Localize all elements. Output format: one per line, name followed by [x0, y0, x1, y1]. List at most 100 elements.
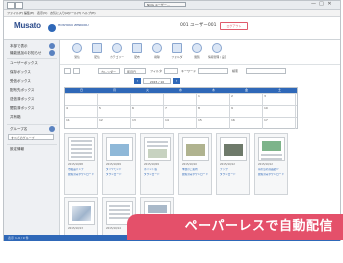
send-button[interactable]: 配信	[90, 42, 104, 62]
sidebar-item-saved[interactable]: 保存ボックス	[10, 70, 31, 75]
menu-help[interactable]: ヘルプ(H)	[82, 10, 96, 16]
document-card[interactable]: 2015/10/10 季節のご案内 閲覧済みダウンロード	[178, 133, 212, 195]
delete-button[interactable]: 削除	[150, 42, 164, 62]
calendar-day[interactable]	[65, 94, 98, 105]
sidebar-item-settings[interactable]: 設定情報	[10, 147, 24, 152]
calendar-day[interactable]: 2	[230, 94, 263, 105]
calendar-day[interactable]: 1	[197, 94, 230, 105]
calendar-day[interactable]: 13	[131, 118, 164, 129]
calendar-day[interactable]: 3	[263, 94, 296, 105]
document-date: 2015/10/09	[144, 163, 159, 166]
filter-select[interactable]	[164, 68, 178, 74]
back-icon[interactable]	[7, 2, 15, 9]
date-range-input[interactable]	[246, 68, 286, 74]
document-thumbnail	[106, 137, 133, 161]
calendar-day[interactable]	[98, 94, 131, 105]
eye-icon	[192, 43, 202, 53]
calendar-day[interactable]	[131, 94, 164, 105]
document-thumbnail	[258, 137, 285, 161]
document-title[interactable]: ダイヤモンド	[106, 168, 122, 172]
title-bar: NOG ユーザー… — □ ✕	[4, 1, 340, 10]
document-title[interactable]: ポイント版	[144, 168, 157, 172]
document-card[interactable]: 2015/10/08 市販品パンフ 閲覧済みダウンロード	[64, 133, 98, 195]
toolbar: 受信 配信 カテゴリー 配布 削除 フォルダ 閲覧 情報管理 / 設定	[60, 40, 340, 65]
home-icon	[49, 43, 55, 49]
calendar-day[interactable]: 14	[164, 118, 197, 129]
logout-button[interactable]: ログアウト	[220, 22, 248, 30]
menu-tools[interactable]: ツール(T)	[68, 10, 81, 16]
period-select[interactable]: 年月日	[124, 68, 146, 74]
sidebar-item-news[interactable]: 機能追加のお知らせ	[10, 51, 41, 56]
view-button[interactable]: 閲覧	[190, 42, 204, 62]
document-title[interactable]: 季節のご案内	[182, 168, 198, 172]
document-card[interactable]: 2015/10/09 ポイント版 ダウンロード	[140, 133, 174, 195]
next-month-button[interactable]: ›	[173, 78, 180, 84]
calendar-day[interactable]: 12	[98, 118, 131, 129]
menu-bar: ファイル(F) 編集(E) 表示(V) お気に入り(A) ツール(T) ヘルプ(…	[4, 10, 340, 17]
minimize-icon[interactable]: —	[310, 2, 317, 7]
group-label: グループ名	[10, 127, 28, 131]
folder-button[interactable]: フォルダ	[170, 42, 184, 62]
document-title[interactable]: 南の島の商品紹介	[258, 168, 279, 172]
close-icon[interactable]: ✕	[326, 2, 333, 7]
divider	[7, 58, 57, 59]
calendar-day[interactable]: 6	[131, 106, 164, 117]
prev-month-button[interactable]: ‹	[134, 78, 141, 84]
view-select[interactable]: カレンダー	[98, 68, 120, 74]
calendar-week: 4 5 6 7 8 9 10	[65, 105, 297, 117]
forward-icon[interactable]	[15, 2, 23, 9]
document-card[interactable]: 2015/10/12 ブック ダウンロード	[216, 133, 250, 195]
document-status[interactable]: ダウンロード	[220, 173, 236, 177]
calendar-day[interactable]: 15	[197, 118, 230, 129]
settings-button[interactable]: 情報管理 / 設定	[208, 42, 226, 62]
calendar-day[interactable]: 9	[230, 106, 263, 117]
sidebar-item-distribution[interactable]: 配布先ボックス	[10, 88, 34, 93]
browser-tab[interactable]: NOG ユーザー…	[144, 2, 186, 7]
document-thumbnail	[68, 201, 95, 225]
grid-view-icon[interactable]	[73, 68, 80, 74]
sidebar-item-home[interactable]: 本部で表示	[10, 44, 28, 49]
receive-icon	[72, 43, 82, 53]
folder-label: フォルダ	[171, 55, 183, 59]
document-card[interactable]: 2015/10/09 ダイヤモンド ダウンロード	[102, 133, 136, 195]
view-label: 閲覧	[194, 55, 200, 59]
menu-edit[interactable]: 編集(E)	[24, 10, 34, 16]
category-button[interactable]: カテゴリー	[110, 42, 124, 62]
calendar-day[interactable]	[164, 94, 197, 105]
document-card[interactable]: 2015/10/12 南の島の商品紹介 閲覧済みダウンロード	[254, 133, 288, 195]
calendar-day[interactable]: 17	[263, 118, 296, 129]
menu-view[interactable]: 表示(V)	[37, 10, 47, 16]
divider	[7, 124, 57, 125]
document-status[interactable]: 閲覧済みダウンロード	[68, 173, 94, 177]
maximize-icon[interactable]: □	[318, 2, 325, 7]
document-status[interactable]: 閲覧済みダウンロード	[258, 173, 284, 177]
document-thumbnail	[68, 137, 95, 161]
sidebar-item-user-box[interactable]: ユーザーボックス	[10, 61, 38, 66]
menu-favorites[interactable]: お気に入り(A)	[50, 10, 69, 16]
info-icon	[49, 50, 55, 56]
group-select[interactable]: すべてのグループ	[8, 134, 54, 140]
keyword-input[interactable]	[198, 68, 228, 74]
document-title[interactable]: 市販品パンフ	[68, 168, 84, 172]
document-status[interactable]: 閲覧済みダウンロード	[182, 173, 208, 177]
receive-button[interactable]: 受信	[70, 42, 84, 62]
sidebar-item-shared[interactable]: 共有箱	[10, 115, 21, 120]
menu-file[interactable]: ファイル(F)	[7, 10, 23, 16]
calendar-day[interactable]: 5	[98, 106, 131, 117]
sidebar-item-inbox[interactable]: 受信ボックス	[10, 79, 31, 84]
calendar-day[interactable]: 7	[164, 106, 197, 117]
app-header: Musato HOSHOKU ZENKOKU 001 ユーザー001 ログアウト	[4, 17, 340, 40]
distribute-button[interactable]: 配布	[130, 42, 144, 62]
sidebar-item-viewed[interactable]: 閲覧済ボックス	[10, 106, 34, 111]
calendar-day[interactable]: 10	[263, 106, 296, 117]
document-title[interactable]: ブック	[220, 168, 228, 172]
sidebar-item-sent[interactable]: 送信済ボックス	[10, 97, 34, 102]
calendar-day[interactable]: 4	[65, 106, 98, 117]
calendar-day[interactable]: 8	[197, 106, 230, 117]
calendar-day[interactable]: 16	[230, 118, 263, 129]
document-status[interactable]: ダウンロード	[106, 173, 122, 177]
calendar-day[interactable]: 11	[65, 118, 98, 129]
promo-banner: ペーパーレスで自動配信	[127, 214, 343, 240]
list-view-icon[interactable]	[64, 68, 71, 74]
document-status[interactable]: ダウンロード	[144, 173, 160, 177]
